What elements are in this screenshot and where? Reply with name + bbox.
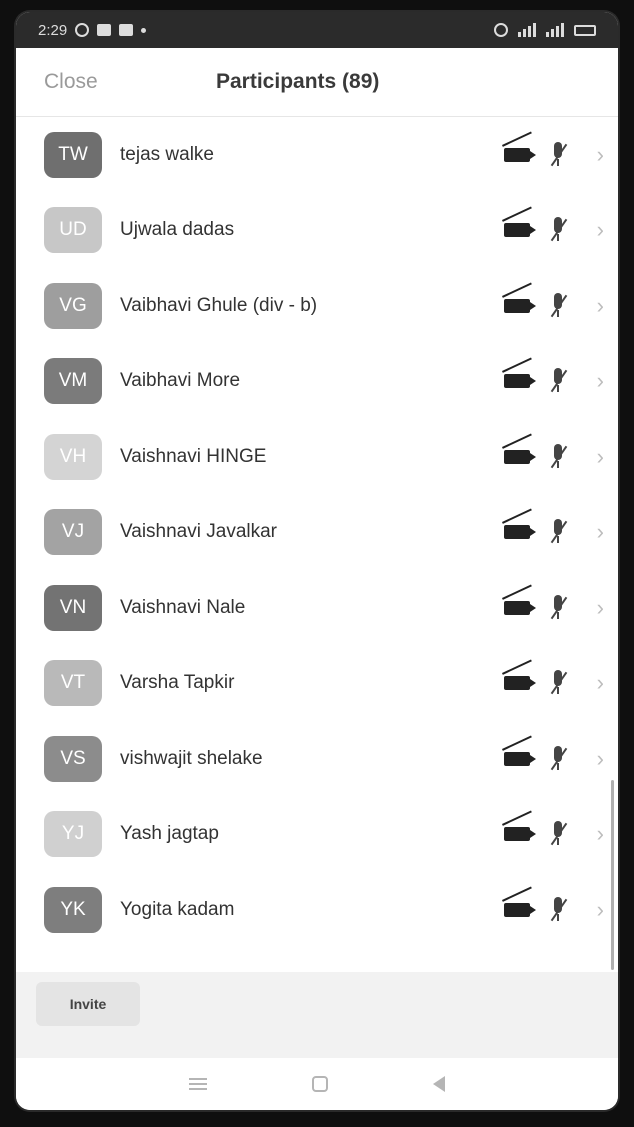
participant-name: Vaibhavi More — [120, 370, 241, 392]
participant-name: vishwajit shelake — [120, 747, 263, 769]
chevron-right-icon[interactable]: › — [597, 444, 604, 470]
mic-muted-icon — [548, 443, 568, 470]
avatar: VS — [44, 735, 102, 782]
chevron-right-icon[interactable]: › — [597, 519, 604, 545]
chevron-right-icon[interactable]: › — [597, 670, 604, 696]
video-off-icon — [504, 449, 536, 464]
mic-muted-icon — [548, 670, 568, 696]
notification-icon — [97, 24, 112, 36]
participant-row[interactable]: VJ Vaishnavi Javalkar › — [16, 495, 618, 571]
participant-name: Vaibhavi Ghule (div - b) — [120, 294, 318, 316]
mic-muted-icon — [548, 821, 568, 847]
mic-muted-icon — [548, 292, 568, 319]
recent-apps-icon[interactable] — [188, 1078, 207, 1090]
scrollbar[interactable] — [611, 780, 614, 970]
avatar: TW — [44, 131, 102, 178]
signal-2-icon — [546, 23, 564, 37]
video-off-icon — [504, 147, 536, 162]
participant-row[interactable]: VM Vaibhavi More › — [16, 344, 618, 420]
page-title: Participants (89) — [216, 70, 380, 93]
participant-list[interactable]: TW tejas walke › UD Ujwala dadas › VG Va… — [16, 117, 618, 972]
chevron-right-icon[interactable]: › — [597, 217, 604, 243]
avatar: VT — [44, 660, 102, 707]
participant-name: Yash jagtap — [120, 823, 219, 845]
gallery-icon — [119, 24, 134, 36]
participant-name: Varsha Tapkir — [120, 672, 235, 694]
mic-muted-icon — [548, 368, 568, 394]
chevron-right-icon[interactable]: › — [597, 897, 604, 923]
mic-muted-icon — [548, 141, 568, 168]
avatar: UD — [44, 207, 102, 254]
participant-row[interactable]: VG Vaibhavi Ghule (div - b) › — [16, 268, 618, 344]
avatar: VN — [44, 584, 102, 631]
avatar: VM — [44, 358, 102, 405]
video-off-icon — [504, 827, 536, 842]
participant-row[interactable]: YJ Yash jagtap › — [16, 797, 618, 873]
avatar: VH — [44, 433, 102, 480]
participant-name: Vaishnavi Nale — [120, 596, 246, 618]
battery-icon — [574, 24, 596, 36]
participant-name: Vaishnavi Javalkar — [120, 521, 278, 543]
chevron-right-icon[interactable]: › — [597, 746, 604, 772]
chevron-right-icon[interactable]: › — [597, 368, 604, 394]
participant-name: tejas walke — [120, 143, 214, 165]
close-button[interactable]: Close — [44, 70, 98, 94]
mic-muted-icon — [548, 519, 568, 545]
home-icon[interactable] — [311, 1076, 328, 1092]
participant-name: Ujwala dadas — [120, 219, 235, 241]
video-off-icon — [504, 525, 536, 540]
video-off-icon — [504, 298, 536, 313]
video-off-icon — [504, 751, 536, 766]
mic-muted-icon — [548, 745, 568, 772]
participant-row[interactable]: TW tejas walke › — [16, 117, 618, 193]
back-icon[interactable] — [433, 1076, 446, 1092]
avatar: VG — [44, 282, 102, 329]
mic-muted-icon — [548, 217, 568, 243]
avatar: VJ — [44, 509, 102, 556]
signal-icon — [518, 23, 536, 37]
participant-row[interactable]: VS vishwajit shelake › — [16, 721, 618, 797]
status-time: 2:29 — [38, 21, 68, 39]
avatar: YK — [44, 886, 102, 933]
participant-row[interactable]: VT Varsha Tapkir › — [16, 646, 618, 722]
video-off-icon — [504, 600, 536, 615]
chevron-right-icon[interactable]: › — [597, 821, 604, 847]
video-off-icon — [504, 902, 536, 917]
participant-name: Vaishnavi HINGE — [120, 445, 267, 467]
participant-name: Yogita kadam — [120, 898, 235, 920]
wifi-icon — [494, 23, 508, 37]
footer: Invite — [16, 972, 618, 1058]
phone-screen: 2:29 Close Participants (89) TW tejas wa… — [16, 12, 618, 1110]
whatsapp-icon — [75, 23, 90, 37]
video-off-icon — [504, 223, 536, 238]
video-off-icon — [504, 374, 536, 389]
video-off-icon — [504, 676, 536, 691]
chevron-right-icon[interactable]: › — [597, 595, 604, 621]
avatar: YJ — [44, 811, 102, 858]
chevron-right-icon[interactable]: › — [597, 142, 604, 168]
participant-row[interactable]: VN Vaishnavi Nale › — [16, 570, 618, 646]
mic-muted-icon — [548, 896, 568, 923]
chevron-right-icon[interactable]: › — [597, 293, 604, 319]
status-bar: 2:29 — [16, 12, 618, 48]
mic-muted-icon — [548, 594, 568, 621]
more-notifications-icon — [141, 27, 147, 33]
participant-row[interactable]: UD Ujwala dadas › — [16, 193, 618, 269]
invite-button[interactable]: Invite — [36, 982, 140, 1026]
participant-row[interactable]: YK Yogita kadam › — [16, 872, 618, 948]
participant-row[interactable]: VH Vaishnavi HINGE › — [16, 419, 618, 495]
android-nav-bar — [16, 1058, 618, 1110]
header: Close Participants (89) — [16, 48, 618, 117]
